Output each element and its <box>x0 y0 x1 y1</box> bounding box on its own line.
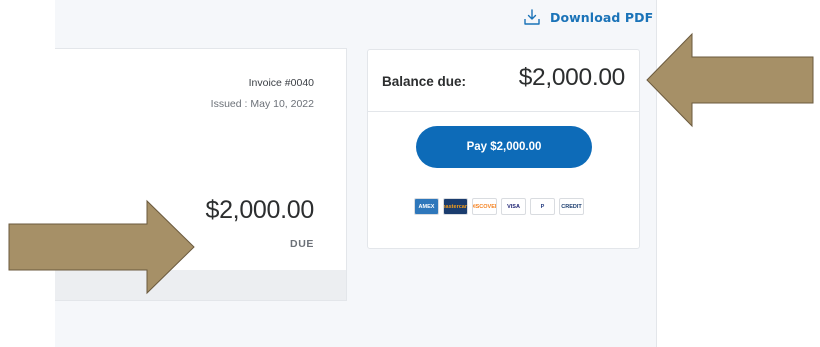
payment-methods: AMEXmastercardDISCOVERVISAPCREDIT <box>414 198 584 215</box>
invoice-amount: $2,000.00 <box>205 196 314 224</box>
balance-due-panel: Balance due: $2,000.00 Pay $2,000.00 AME… <box>367 49 640 249</box>
amex-icon: AMEX <box>414 198 439 215</box>
balance-due-header: Balance due: $2,000.00 <box>368 50 639 112</box>
pay-button[interactable]: Pay $2,000.00 <box>416 126 592 168</box>
balance-due-amount: $2,000.00 <box>518 64 626 91</box>
invoice-status: DUE <box>290 238 314 250</box>
discover-icon: DISCOVER <box>472 198 497 215</box>
visa-icon: VISA <box>501 198 526 215</box>
download-pdf-link[interactable]: Download PDF <box>522 6 653 28</box>
paypal-credit-icon: CREDIT <box>559 198 584 215</box>
mastercard-icon: mastercard <box>443 198 468 215</box>
balance-due-label: Balance due: <box>382 74 467 89</box>
invoice-page: Download PDF Invoice #0040 Issued : May … <box>0 0 820 347</box>
annotation-arrow-right <box>646 32 814 128</box>
invoice-meta: Invoice #0040 Issued : May 10, 2022 <box>211 77 314 110</box>
invoice-number: Invoice #0040 <box>248 77 314 89</box>
download-pdf-label: Download PDF <box>550 9 654 25</box>
invoice-issued-date: Issued : May 10, 2022 <box>210 98 314 110</box>
download-icon <box>524 9 540 25</box>
paypal-icon: P <box>530 198 555 215</box>
annotation-arrow-left <box>8 199 195 295</box>
